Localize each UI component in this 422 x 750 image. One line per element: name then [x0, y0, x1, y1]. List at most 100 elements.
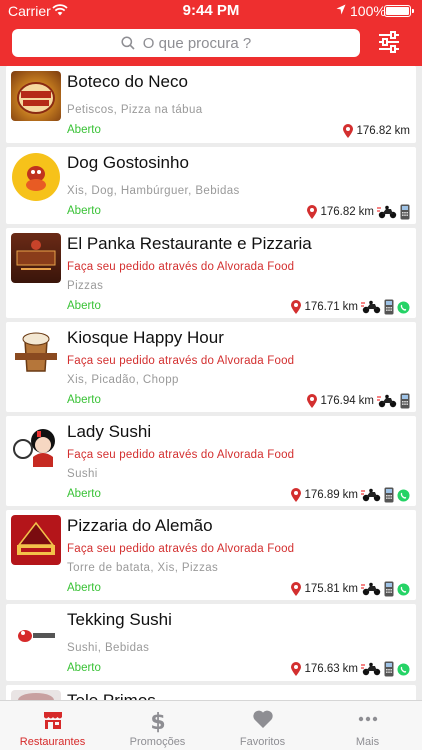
distance-value: 176.89 [304, 489, 340, 501]
restaurant-logo [11, 233, 61, 283]
delivery-motorcycle-icon [377, 205, 397, 219]
promo-text: Faça seu pedido através do Alvorada Food [67, 355, 295, 367]
filter-sliders-icon[interactable] [378, 31, 400, 53]
restaurant-tags: Xis, Dog, Hambúrguer, Bebidas [67, 185, 240, 197]
distance-value: 176.63 [304, 663, 340, 675]
location-pin-icon [343, 124, 354, 138]
battery-percent: 100% [350, 3, 386, 19]
distance-value: 176.82 [356, 125, 392, 137]
restaurant-card[interactable]: Dog Gostosinho Xis, Dog, Hambúrguer, Beb… [6, 147, 416, 224]
distance-unit: km [342, 583, 358, 595]
tab-label: Promoções [129, 736, 186, 748]
restaurant-logo [11, 71, 61, 121]
distance-unit: km [394, 125, 410, 137]
whatsapp-icon [397, 663, 410, 675]
location-pin-icon [307, 205, 318, 219]
restaurant-name: Tekking Sushi [67, 610, 172, 629]
tab-promocoes[interactable]: $ Promoções [105, 701, 210, 750]
open-status: Aberto [67, 300, 101, 312]
whatsapp-icon [397, 489, 410, 501]
distance-value: 176.71 [304, 301, 340, 313]
tab-bar: Restaurantes $ Promoções Favoritos Mais [0, 700, 422, 750]
open-status: Aberto [67, 394, 101, 406]
restaurant-tags: Xis, Picadão, Chopp [67, 374, 179, 386]
location-pin-icon [291, 300, 302, 314]
location-pin-icon [291, 582, 302, 596]
open-status: Aberto [67, 205, 101, 217]
card-machine-icon [384, 487, 394, 503]
search-icon [121, 36, 135, 50]
open-status: Aberto [67, 662, 101, 674]
restaurant-tags: Pizzas [67, 280, 104, 292]
restaurant-logo [11, 327, 61, 377]
delivery-motorcycle-icon [361, 300, 381, 314]
whatsapp-icon [397, 583, 410, 595]
tab-mais[interactable]: Mais [315, 701, 420, 750]
restaurant-list[interactable]: Boteco do Neco Petiscos, Pizza na tábua … [0, 66, 422, 700]
restaurant-card[interactable]: Tele Primos [6, 685, 416, 700]
location-pin-icon [291, 662, 302, 676]
tab-label: Restaurantes [19, 736, 86, 748]
distance-value: 175.81 [304, 583, 340, 595]
card-machine-icon [384, 581, 394, 597]
distance-unit: km [358, 395, 374, 407]
delivery-motorcycle-icon [361, 662, 381, 676]
tab-label: Favoritos [239, 736, 286, 748]
restaurant-name: Lady Sushi [67, 422, 152, 441]
open-status: Aberto [67, 488, 101, 500]
distance-value: 176.94 [320, 395, 356, 407]
promo-text: Faça seu pedido através do Alvorada Food [67, 449, 295, 461]
restaurant-card[interactable]: Pizzaria do Alemão Faça seu pedido atrav… [6, 510, 416, 600]
restaurant-logo [11, 690, 61, 700]
search-placeholder: O que procura ? [142, 34, 252, 52]
restaurant-logo [11, 609, 61, 659]
svg-text:$: $ [150, 710, 165, 733]
delivery-motorcycle-icon [361, 488, 381, 502]
delivery-motorcycle-icon [377, 394, 397, 408]
restaurant-tags: Torre de batata, Xis, Pizzas [67, 562, 219, 574]
restaurant-name: Tele Primos [67, 691, 156, 700]
restaurant-name: Pizzaria do Alemão [67, 516, 213, 535]
status-bar: Carrier 9:44 PM 100% [0, 0, 422, 22]
restaurant-card[interactable]: Tekking Sushi Sushi, Bebidas Aberto 176.… [6, 604, 416, 681]
restaurant-name: Boteco do Neco [67, 72, 188, 91]
restaurant-card[interactable]: El Panka Restaurante e Pizzaria Faça seu… [6, 228, 416, 318]
distance-value: 176.82 [320, 206, 356, 218]
card-machine-icon [400, 393, 410, 409]
tab-restaurantes[interactable]: Restaurantes [0, 701, 105, 750]
card-machine-icon [384, 661, 394, 677]
battery-icon [384, 5, 414, 17]
location-pin-icon [291, 488, 302, 502]
dollar-icon: $ [150, 710, 165, 733]
whatsapp-icon [397, 301, 410, 313]
location-arrow-icon [336, 4, 346, 15]
open-status: Aberto [67, 124, 101, 136]
restaurant-name: El Panka Restaurante e Pizzaria [67, 234, 312, 253]
restaurant-card[interactable]: Boteco do Neco Petiscos, Pizza na tábua … [6, 66, 416, 143]
store-icon [44, 712, 62, 729]
restaurant-card[interactable]: Kiosque Happy Hour Faça seu pedido atrav… [6, 322, 416, 412]
distance-unit: km [342, 301, 358, 313]
tab-favoritos[interactable]: Favoritos [210, 701, 315, 750]
restaurant-name: Kiosque Happy Hour [67, 328, 224, 347]
tab-label: Mais [355, 736, 380, 748]
open-status: Aberto [67, 582, 101, 594]
card-machine-icon [384, 299, 394, 315]
promo-text: Faça seu pedido através do Alvorada Food [67, 543, 295, 555]
restaurant-card[interactable]: Lady Sushi Faça seu pedido através do Al… [6, 416, 416, 506]
distance-unit: km [358, 206, 374, 218]
distance-unit: km [342, 663, 358, 675]
search-input[interactable]: O que procura ? [12, 29, 360, 57]
distance-unit: km [342, 489, 358, 501]
app-header: Carrier 9:44 PM 100% O que procura ? [0, 0, 422, 66]
restaurant-tags: Petiscos, Pizza na tábua [67, 104, 203, 116]
heart-icon [253, 710, 273, 728]
restaurant-name: Dog Gostosinho [67, 153, 189, 172]
restaurant-tags: Sushi, Bebidas [67, 642, 150, 654]
card-machine-icon [400, 204, 410, 220]
restaurant-logo [11, 152, 61, 202]
restaurant-logo [11, 421, 61, 471]
more-icon [358, 716, 378, 722]
restaurant-logo [11, 515, 61, 565]
promo-text: Faça seu pedido através do Alvorada Food [67, 261, 295, 273]
